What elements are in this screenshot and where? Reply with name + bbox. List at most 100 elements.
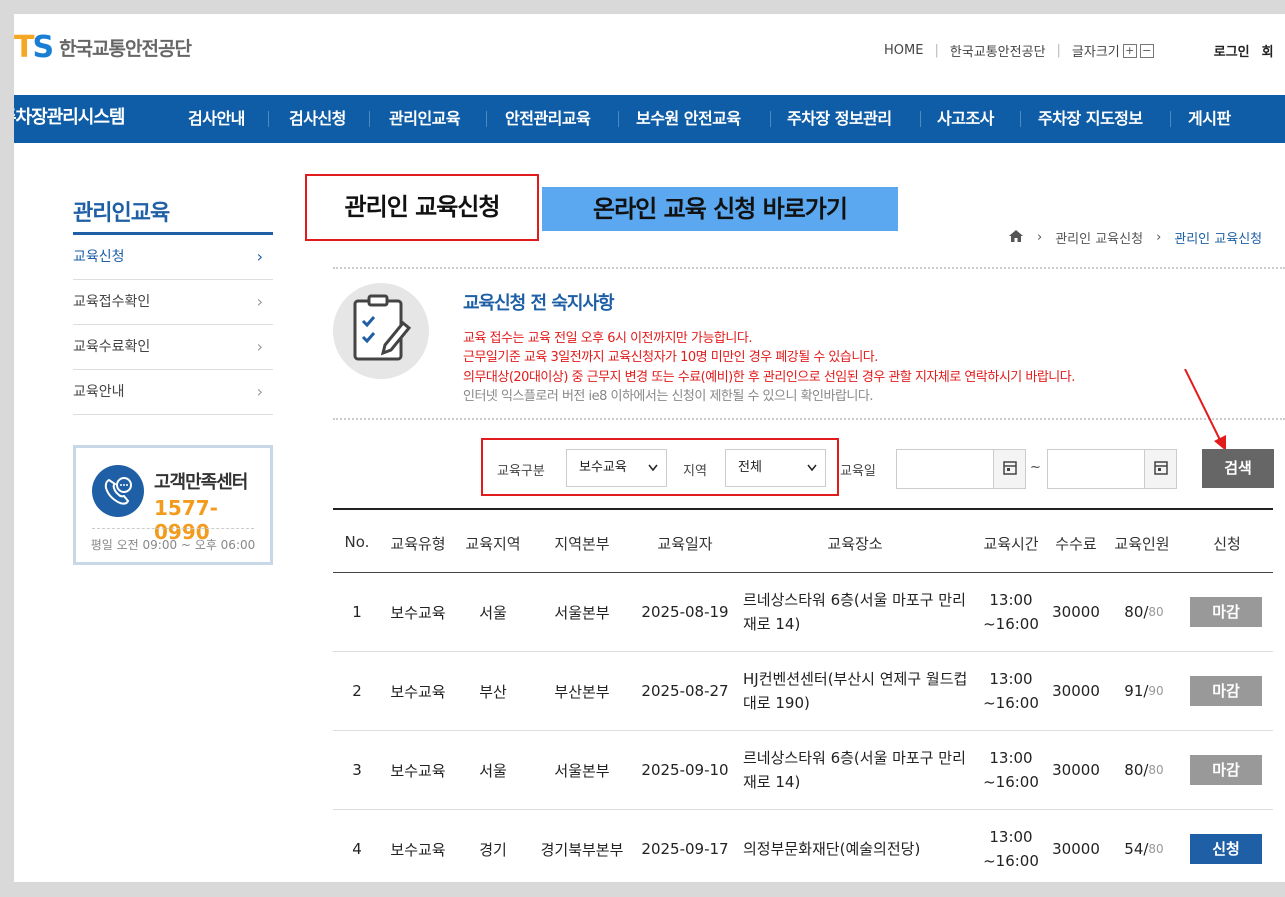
home-link[interactable]: HOME <box>884 43 923 58</box>
sidebar-item-label: 교육수료확인 <box>73 339 151 355</box>
notice-line: 근무일기준 교육 3일전까지 교육신청자가 10명 미만인 경우 폐강될 수 있… <box>463 350 878 365</box>
cell-hq: 부산본부 <box>554 682 610 701</box>
notice-line: 교육 접수는 교육 전일 오후 6시 이전까지만 가능합니다. <box>463 331 752 346</box>
nav-item-safety-education[interactable]: 안전관리교육 <box>505 95 591 143</box>
search-button[interactable]: 검색 <box>1202 449 1274 488</box>
home-icon[interactable] <box>1008 229 1024 247</box>
cell-type: 보수교육 <box>390 682 446 701</box>
education-date-label: 교육일 <box>840 464 876 479</box>
sidebar-item-receipt-check[interactable]: 교육접수확인 › <box>73 280 273 325</box>
cell-count: 80/80 <box>1106 731 1182 809</box>
system-title[interactable]: 주차장관리시스템 <box>14 95 125 143</box>
table-header-place: 교육장소 <box>827 535 883 553</box>
customer-center-hours: 평일 오전 09:00 ~ 오후 06:00 <box>90 538 256 552</box>
nav-item-parking-info[interactable]: 주차장 정보관리 <box>787 95 892 143</box>
time-start: 13:00 <box>989 828 1033 846</box>
nav-divider <box>369 111 370 127</box>
divider: | <box>1056 43 1061 58</box>
calendar-icon[interactable] <box>1144 450 1176 488</box>
nav-item-accident-investigation[interactable]: 사고조사 <box>937 95 994 143</box>
sidebar-item-label: 교육안내 <box>73 384 125 400</box>
divider <box>92 528 254 529</box>
chevron-right-icon: › <box>256 292 263 311</box>
browser-page: TS 한국교통안전공단 TS HOME | 한국교통안전공단 | 글자크기 + … <box>14 14 1285 882</box>
table-row: 3 보수교육 서울 서울본부 2025-09-10 르네상스타워 6층(서울 마포구 만리… <box>333 731 1273 810</box>
table-header-date: 교육일자 <box>657 535 713 553</box>
cell-fee: 30000 <box>1052 603 1100 621</box>
time-end: ~16:00 <box>983 694 1039 712</box>
breadcrumb: › 관리인 교육신청 › 관리인 교육신청 <box>1008 228 1262 247</box>
chevron-down-icon <box>648 450 658 501</box>
sidebar-item-education-guide[interactable]: 교육안내 › <box>73 370 273 415</box>
dotted-divider <box>333 418 1285 420</box>
cell-date: 2025-08-19 <box>641 603 729 621</box>
cell-region: 서울 <box>479 761 507 780</box>
table-row: 4 보수교육 경기 경기북부본부 2025-09-17 의정부문화재단(예술의전당) 13:… <box>333 810 1273 882</box>
dotted-divider <box>333 267 1285 269</box>
nav-item-parking-map[interactable]: 주차장 지도정보 <box>1038 95 1143 143</box>
start-date-input[interactable] <box>896 449 1026 489</box>
chevron-right-icon: › <box>256 382 263 401</box>
cell-region: 부산 <box>479 682 507 701</box>
chevron-right-icon: › <box>1156 230 1162 245</box>
calendar-icon[interactable] <box>993 450 1025 488</box>
time-start: 13:00 <box>989 670 1033 688</box>
page-title: 관리인 교육신청 <box>305 174 539 241</box>
phone-chat-icon <box>92 465 144 517</box>
closed-button[interactable]: 마감 <box>1190 597 1262 627</box>
login-link[interactable]: 로그인 <box>1214 41 1250 60</box>
nav-item-inspection-guide[interactable]: 검사안내 <box>188 95 245 143</box>
cell-hq: 서울본부 <box>554 603 610 622</box>
count-current: 54/ <box>1124 840 1149 858</box>
count-max: 80 <box>1148 763 1164 777</box>
apply-button[interactable]: 신청 <box>1190 834 1262 864</box>
notice-line: 인터넷 익스플로러 버전 ie8 이하에서는 신청이 제한될 수 있으니 확인바… <box>463 389 873 404</box>
sidebar-item-completion-check[interactable]: 교육수료확인 › <box>73 325 273 370</box>
cell-place: HJ컨벤션센터(부산시 연제구 월드컵대로 190) <box>743 670 968 712</box>
cell-date: 2025-09-17 <box>641 840 729 858</box>
count-max: 90 <box>1148 684 1164 698</box>
end-date-input[interactable] <box>1047 449 1177 489</box>
cell-time: 13:00 ~16:00 <box>974 731 1048 809</box>
breadcrumb-item[interactable]: 관리인 교육신청 <box>1055 228 1143 247</box>
cell-fee: 30000 <box>1052 761 1100 779</box>
sidebar-item-apply[interactable]: 교육신청 › <box>73 235 273 280</box>
region-value: 전체 <box>738 460 762 475</box>
education-type-select[interactable]: 보수교육 <box>566 449 667 487</box>
nav-item-inspection-apply[interactable]: 검사신청 <box>289 95 346 143</box>
logo-text: 한국교통안전공단 <box>59 37 192 60</box>
cell-count: 80/80 <box>1106 573 1182 651</box>
notice-title: 교육신청 전 숙지사항 <box>463 293 615 314</box>
online-application-link[interactable]: 온라인 교육 신청 바로가기 <box>542 187 898 231</box>
site-logo[interactable]: TS 한국교통안전공단 <box>14 30 192 65</box>
cell-no: 1 <box>352 603 362 621</box>
main-navigation: 주차장관리시스템 검사안내 검사신청 관리인교육 안전관리교육 보수원 안전교육… <box>14 95 1285 143</box>
table-header-no: No. <box>344 533 370 551</box>
count-max: 80 <box>1148 605 1164 619</box>
table-header-count: 교육인원 <box>1114 535 1170 553</box>
table-top-border <box>333 508 1273 510</box>
breadcrumb-current: 관리인 교육신청 <box>1174 232 1263 247</box>
font-minus-button[interactable]: − <box>1139 43 1154 58</box>
org-link[interactable]: 한국교통안전공단 <box>950 41 1046 60</box>
closed-button[interactable]: 마감 <box>1190 676 1262 706</box>
clipboard-icon <box>333 283 429 379</box>
table-header-time: 교육시간 <box>983 535 1039 553</box>
nav-item-manager-education[interactable]: 관리인교육 <box>389 95 461 143</box>
count-current: 91/ <box>1124 682 1149 700</box>
cell-place: 의정부문화재단(예술의전당) <box>743 840 921 858</box>
cell-type: 보수교육 <box>390 603 446 622</box>
cell-count: 91/90 <box>1106 652 1182 730</box>
join-link[interactable]: 회 <box>1262 41 1274 60</box>
font-plus-button[interactable]: + <box>1122 43 1137 58</box>
region-select[interactable]: 전체 <box>725 449 826 487</box>
sidebar-item-label: 교육신청 <box>73 249 125 265</box>
closed-button[interactable]: 마감 <box>1190 755 1262 785</box>
nav-divider <box>486 111 487 127</box>
nav-item-maintainer-education[interactable]: 보수원 안전교육 <box>636 95 741 143</box>
nav-item-board[interactable]: 게시판 <box>1188 95 1231 143</box>
table-header-hq: 지역본부 <box>554 535 610 553</box>
cell-no: 2 <box>352 682 362 700</box>
cell-action: 마감 <box>1190 573 1262 651</box>
chevron-right-icon: › <box>256 247 263 266</box>
